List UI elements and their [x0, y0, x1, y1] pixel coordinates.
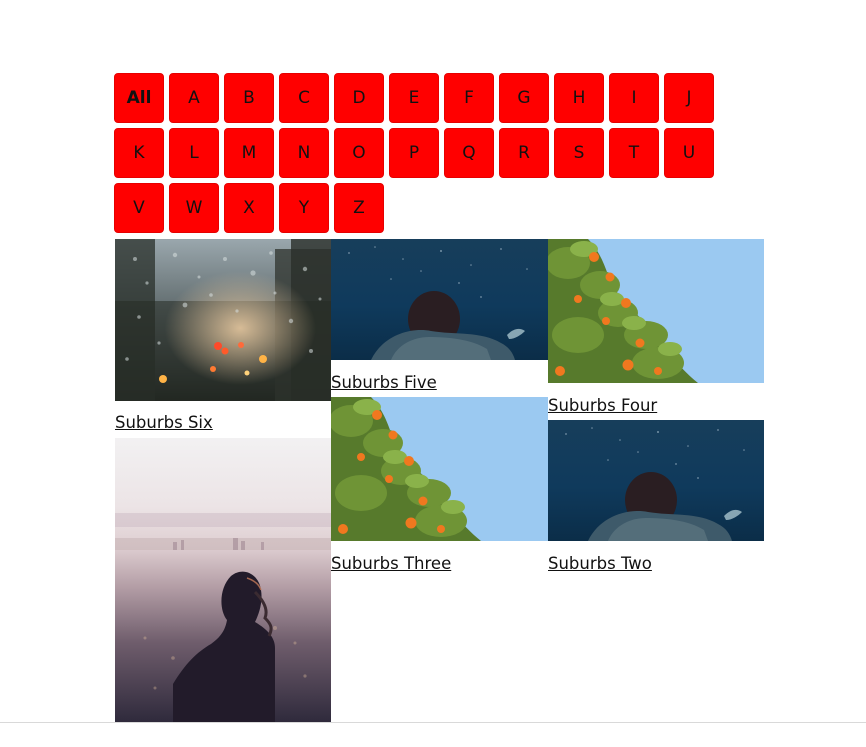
orange-tree-image[interactable] [548, 239, 764, 383]
swimmer-image[interactable] [331, 239, 548, 360]
orange-tree-image[interactable] [331, 397, 548, 541]
rain-window-image[interactable] [115, 239, 331, 401]
filter-button-d[interactable]: D [334, 73, 384, 123]
filter-button-x[interactable]: X [224, 183, 274, 233]
gallery-card-suburbs-four[interactable]: Suburbs Four [548, 239, 764, 417]
filter-button-g[interactable]: G [499, 73, 549, 123]
gallery-card-suburbs-six[interactable]: Suburbs Six [115, 239, 331, 434]
filter-button-z[interactable]: Z [334, 183, 384, 233]
filter-button-y[interactable]: Y [279, 183, 329, 233]
filter-button-m[interactable]: M [224, 128, 274, 178]
gallery-card-suburbs-five[interactable]: Suburbs Five [331, 239, 548, 394]
filter-button-l[interactable]: L [169, 128, 219, 178]
filter-button-h[interactable]: H [554, 73, 604, 123]
filter-button-f[interactable]: F [444, 73, 494, 123]
filter-button-u[interactable]: U [664, 128, 714, 178]
gallery: Suburbs Six Suburbs Five Suburbs Three S… [115, 239, 764, 724]
swimmer-image[interactable] [548, 420, 764, 541]
filter-button-v[interactable]: V [114, 183, 164, 233]
filter-button-q[interactable]: Q [444, 128, 494, 178]
filter-button-r[interactable]: R [499, 128, 549, 178]
gallery-card-suburbs-three[interactable]: Suburbs Three [331, 397, 548, 575]
filter-button-p[interactable]: P [389, 128, 439, 178]
filter-button-e[interactable]: E [389, 73, 439, 123]
gallery-card-woman-city[interactable] [115, 438, 331, 722]
gallery-card-title[interactable]: Suburbs Six [115, 412, 331, 434]
gallery-card-title[interactable]: Suburbs Four [548, 395, 764, 417]
filter-button-j[interactable]: J [664, 73, 714, 123]
filter-button-n[interactable]: N [279, 128, 329, 178]
filter-button-i[interactable]: I [609, 73, 659, 123]
gallery-card-title[interactable]: Suburbs Two [548, 553, 764, 575]
gallery-card-title[interactable]: Suburbs Five [331, 372, 548, 394]
filter-button-c[interactable]: C [279, 73, 329, 123]
filter-button-k[interactable]: K [114, 128, 164, 178]
gallery-card-suburbs-two[interactable]: Suburbs Two [548, 420, 764, 575]
filter-button-w[interactable]: W [169, 183, 219, 233]
filter-button-a[interactable]: A [169, 73, 219, 123]
filter-button-o[interactable]: O [334, 128, 384, 178]
filter-button-all[interactable]: All [114, 73, 164, 123]
page: All A B C D E F G H I J K L M N O P Q R S T U V W X Y Z [0, 0, 866, 747]
filter-button-s[interactable]: S [554, 128, 604, 178]
woman-city-image[interactable] [115, 438, 331, 722]
gallery-card-title[interactable]: Suburbs Three [331, 553, 548, 575]
bottom-divider [0, 722, 866, 723]
filter-button-t[interactable]: T [609, 128, 659, 178]
filter-button-b[interactable]: B [224, 73, 274, 123]
